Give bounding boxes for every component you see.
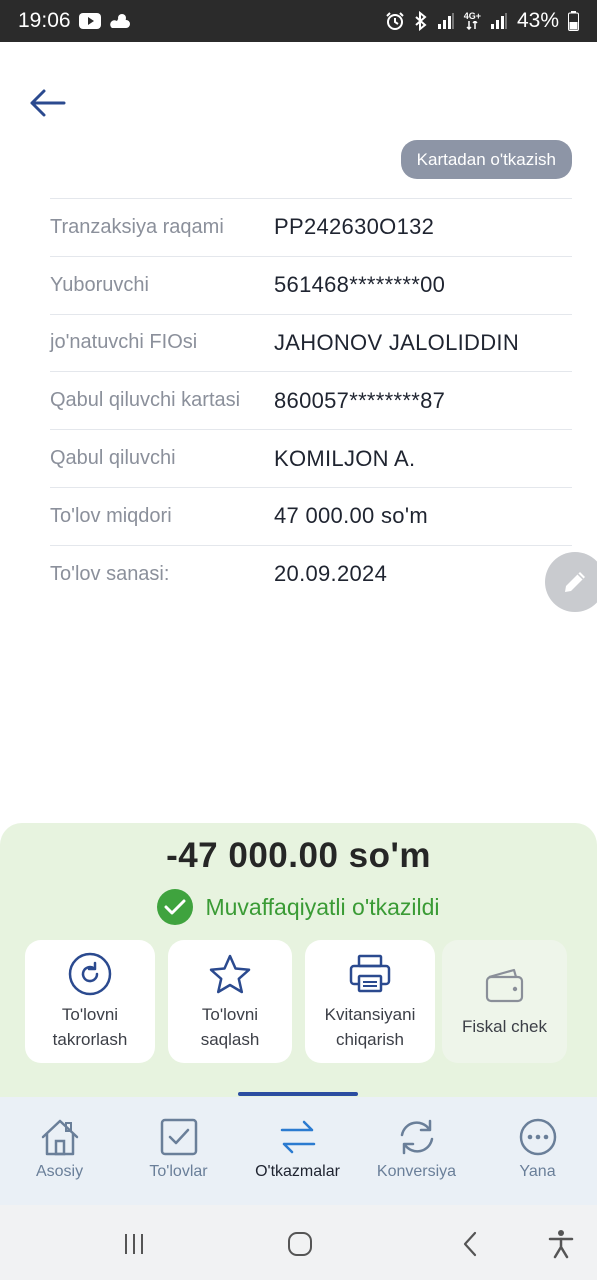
recent-apps-button[interactable] [114, 1222, 154, 1266]
detail-row: Yuboruvchi 561468********00 [50, 255, 572, 314]
transfer-type-chip: Kartadan o'tkazish [400, 140, 572, 179]
home-system-button[interactable] [280, 1222, 320, 1266]
nav-label: Konversiya [376, 1163, 457, 1180]
detail-value: 561468********00 [274, 272, 446, 298]
pencil-icon [565, 572, 585, 592]
repeat-icon [68, 952, 112, 996]
signal-icon [437, 12, 455, 30]
status-line: Muvaffaqiyatli o'tkazildi [0, 889, 597, 925]
action-label-line1: To'lovni [61, 1004, 119, 1024]
nav-item-conversion[interactable]: Konversiya [357, 1097, 476, 1205]
action-label-line1: To'lovni [201, 1004, 259, 1024]
accessibility-icon [548, 1230, 574, 1259]
status-bar: 19:06 4G+ 43% [0, 0, 597, 42]
nav-item-more[interactable]: Yana [478, 1097, 597, 1205]
nav-item-payments[interactable]: To'lovlar [119, 1097, 238, 1205]
save-payment-button[interactable]: To'lovni saqlash [168, 940, 292, 1063]
edit-button[interactable] [545, 552, 597, 612]
home-circle-icon [288, 1232, 312, 1256]
detail-row: Qabul qiluvchi kartasi 860057********87 [50, 371, 572, 429]
transfer-arrows-icon [280, 1120, 315, 1154]
checkbox-icon [160, 1118, 197, 1156]
detail-row: jo'natuvchi FIOsi JAHONOV JALOLIDDIN [50, 313, 572, 372]
chevron-left-icon [463, 1231, 477, 1257]
detail-value: 47 000.00 so'm [274, 503, 428, 529]
action-label-line2: saqlash [200, 1029, 260, 1049]
detail-label: jo'natuvchi FIOsi [50, 331, 198, 354]
arrow-left-icon [30, 89, 66, 117]
transfer-amount: -47 000.00 so'm [166, 836, 431, 875]
refresh-icon [400, 1119, 433, 1155]
nav-label: O'tkazmalar [255, 1163, 340, 1180]
detail-value: JAHONOV JALOLIDDIN [274, 329, 520, 355]
nav-label: Asosiy [35, 1163, 84, 1180]
detail-row: Tranzaksiya raqami PP242630O132 [50, 198, 572, 256]
more-dots-icon [519, 1118, 556, 1156]
nav-item-transfers[interactable]: O'tkazmalar [238, 1097, 357, 1205]
accessibility-button[interactable] [543, 1222, 579, 1266]
signal-icon-2 [490, 12, 508, 30]
action-label: To'lovni saqlash [168, 1002, 292, 1052]
action-cards: To'lovni takrorlash To'lovni saqlash Kvi… [25, 940, 567, 1063]
bluetooth-icon [414, 11, 428, 31]
nav-label: Yana [519, 1163, 556, 1180]
recent-apps-icon [125, 1234, 143, 1254]
detail-label: To'lov miqdori [50, 504, 172, 527]
action-label-line1: Kvitansiyani [324, 1004, 416, 1024]
alarm-icon [385, 11, 405, 31]
action-label-line2: chiqarish [335, 1029, 405, 1049]
wallet-icon [484, 964, 526, 1008]
nav-item-home[interactable]: Asosiy [0, 1097, 119, 1205]
home-icon [41, 1119, 78, 1156]
action-label: Fiskal chek [442, 1014, 567, 1039]
battery-percent: 43% [516, 9, 559, 32]
detail-row: To'lov miqdori 47 000.00 so'm [50, 486, 572, 545]
detail-label: To'lov sanasi: [50, 562, 170, 585]
weather-icon [109, 12, 131, 30]
check-circle-icon [157, 889, 194, 925]
detail-value: 20.09.2024 [274, 561, 388, 587]
action-label-line2: takrorlash [52, 1029, 128, 1049]
detail-label: Yuboruvchi [50, 273, 149, 296]
repeat-payment-button[interactable]: To'lovni takrorlash [25, 940, 155, 1063]
network-type-icon: 4G+ [464, 12, 481, 30]
star-icon [208, 952, 252, 996]
nav-label: To'lovlar [149, 1163, 208, 1180]
action-label: Kvitansiyani chiqarish [305, 1002, 435, 1052]
detail-row: To'lov sanasi: 20.09.2024 [50, 544, 572, 603]
action-label: To'lovni takrorlash [25, 1002, 155, 1052]
printer-icon [348, 952, 392, 996]
action-label-line1: Fiskal chek [461, 1017, 548, 1036]
detail-value: PP242630O132 [274, 214, 435, 240]
back-system-button[interactable] [450, 1222, 490, 1266]
status-text: Muvaffaqiyatli o'tkazildi [205, 893, 440, 920]
detail-row: Qabul qiluvchi KOMILJON A. [50, 429, 572, 487]
battery-icon [568, 11, 579, 31]
fiscal-check-button[interactable]: Fiskal chek [442, 940, 567, 1063]
detail-label: Qabul qiluvchi [50, 447, 176, 470]
back-button[interactable] [26, 82, 68, 124]
status-time: 19:06 [18, 9, 71, 32]
youtube-icon [78, 13, 101, 29]
transaction-details: Tranzaksiya raqami PP242630O132 Yuboruvc… [50, 198, 572, 603]
print-receipt-button[interactable]: Kvitansiyani chiqarish [305, 940, 435, 1063]
detail-label: Tranzaksiya raqami [50, 215, 224, 238]
detail-value: KOMILJON A. [274, 445, 416, 471]
detail-value: 860057********87 [274, 387, 446, 413]
detail-label: Qabul qiluvchi kartasi [50, 389, 241, 412]
active-tab-indicator [238, 1092, 358, 1096]
